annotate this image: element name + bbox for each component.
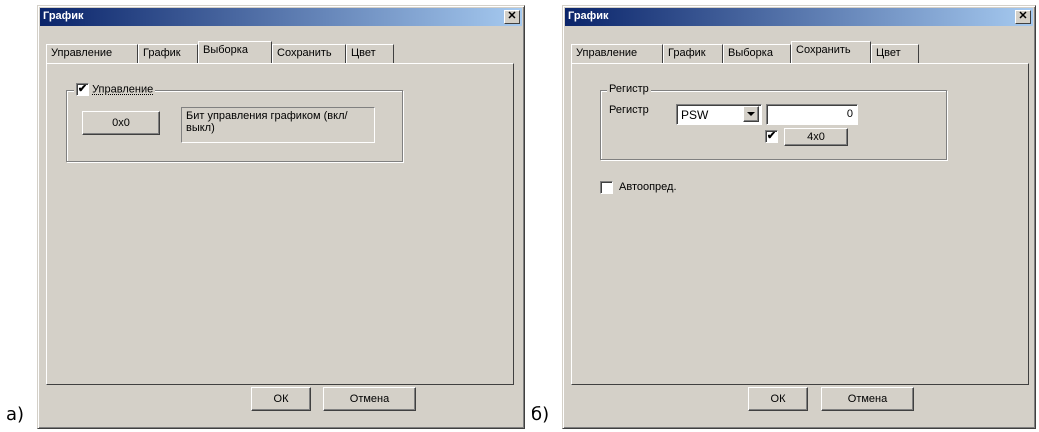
dialog-a-tab-panel: ✔ Управление 0x0 Бит управления графиком… (46, 63, 514, 385)
mask-button[interactable]: 4x0 (784, 128, 848, 146)
dialog-a-titlebar[interactable]: График ✕ (40, 8, 522, 26)
dialog-b-tab-panel: Регистр Регистр PSW 0 ✔ 4x0 Автоопред. (571, 63, 1029, 385)
figure-label-b: б) (531, 404, 550, 425)
control-group-legend: ✔ Управление (74, 83, 156, 96)
cancel-button[interactable]: Отмена (821, 387, 914, 411)
tab-tsvet[interactable]: Цвет (871, 44, 919, 63)
register-select[interactable]: PSW (676, 104, 762, 125)
tab-vyborka[interactable]: Выборка (198, 41, 272, 63)
tab-upravlenie[interactable]: Управление (46, 44, 138, 63)
dialog-a-tabstrip: Управление График Выборка Сохранить Цвет (46, 41, 516, 65)
auto-checkbox-label[interactable]: Автоопред. (619, 181, 677, 193)
ok-button[interactable]: ОК (251, 387, 311, 411)
description-text: Бит управления графиком (вкл/выкл) (186, 110, 348, 134)
control-checkbox-label[interactable]: Управление (92, 84, 153, 96)
chevron-down-icon[interactable] (743, 106, 759, 122)
tab-grafik[interactable]: График (663, 44, 723, 63)
description-box: Бит управления графиком (вкл/выкл) (181, 107, 375, 143)
dialog-b-title: График (568, 10, 609, 22)
tab-vyborka[interactable]: Выборка (723, 44, 791, 63)
mask-checkbox[interactable]: ✔ (765, 130, 778, 143)
dialog-b-tabstrip: Управление График Выборка Сохранить Цвет (571, 41, 1031, 65)
tab-sokhranit[interactable]: Сохранить (791, 41, 871, 63)
register-group-legend: Регистр (607, 83, 651, 95)
dialog-b-titlebar[interactable]: График ✕ (565, 8, 1033, 26)
dialog-b-window: График ✕ Управление График Выборка Сохра… (562, 5, 1036, 429)
dialog-a-title: График (43, 10, 84, 22)
register-select-value: PSW (681, 108, 709, 122)
close-icon[interactable]: ✕ (504, 10, 520, 24)
register-value-input[interactable]: 0 (766, 104, 858, 125)
dialog-a-window: График ✕ Управление График Выборка Сохра… (37, 5, 525, 429)
tab-grafik[interactable]: График (138, 44, 198, 63)
ok-button[interactable]: ОК (748, 387, 808, 411)
register-groupbox (600, 90, 947, 160)
control-checkbox[interactable]: ✔ (76, 83, 89, 96)
tab-upravlenie[interactable]: Управление (571, 44, 663, 63)
auto-checkbox[interactable] (600, 181, 613, 194)
tab-tsvet[interactable]: Цвет (346, 44, 394, 63)
close-icon[interactable]: ✕ (1015, 10, 1031, 24)
figure-label-a: а) (6, 404, 25, 425)
tab-sokhranit[interactable]: Сохранить (272, 44, 346, 63)
value-button[interactable]: 0x0 (82, 111, 160, 135)
cancel-button[interactable]: Отмена (323, 387, 416, 411)
register-label: Регистр (609, 104, 649, 116)
register-value-text: 0 (846, 108, 853, 120)
